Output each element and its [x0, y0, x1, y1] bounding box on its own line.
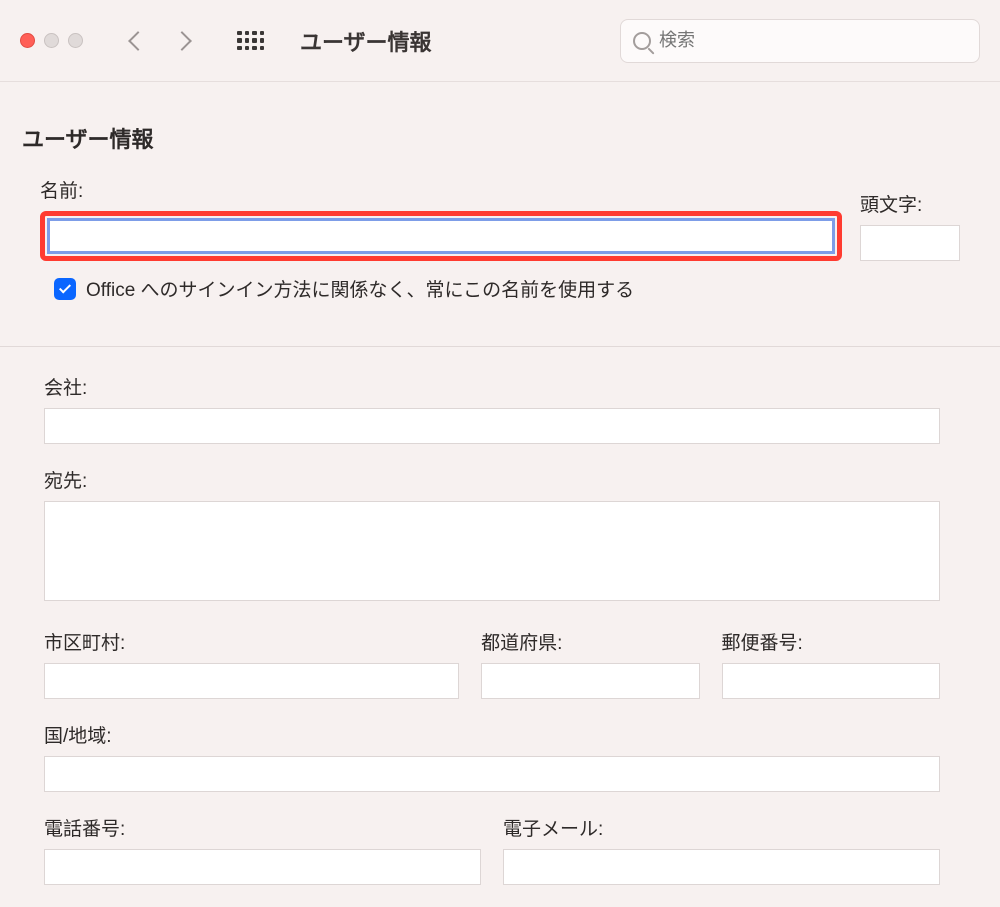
name-label: 名前:	[40, 176, 842, 203]
always-use-name-checkbox[interactable]	[54, 278, 76, 300]
initials-label: 頭文字:	[860, 190, 960, 217]
content: ユーザー情報 名前: 頭文字: Office へのサインイン方法に関係なく、常に…	[0, 82, 1000, 907]
prefecture-label: 都道府県:	[481, 628, 699, 655]
close-window-button[interactable]	[20, 33, 35, 48]
search-input[interactable]	[659, 30, 967, 51]
email-label: 電子メール:	[503, 814, 940, 841]
grid-icon[interactable]	[237, 31, 264, 51]
phone-label: 電話番号:	[44, 814, 481, 841]
zoom-window-button[interactable]	[68, 33, 83, 48]
user-info-section: ユーザー情報 名前: 頭文字: Office へのサインイン方法に関係なく、常に…	[22, 122, 1000, 324]
city-label: 市区町村:	[44, 628, 459, 655]
prefecture-input[interactable]	[481, 663, 699, 699]
back-button[interactable]	[128, 31, 148, 51]
company-label: 会社:	[44, 373, 940, 400]
name-input[interactable]	[47, 218, 835, 254]
initials-input[interactable]	[860, 225, 960, 261]
phone-input[interactable]	[44, 849, 481, 885]
city-input[interactable]	[44, 663, 459, 699]
postal-input[interactable]	[722, 663, 940, 699]
checkmark-icon	[59, 281, 71, 293]
always-use-name-label: Office へのサインイン方法に関係なく、常にこの名前を使用する	[86, 275, 634, 302]
address-input[interactable]	[44, 501, 940, 601]
postal-label: 郵便番号:	[722, 628, 940, 655]
toolbar-title: ユーザー情報	[300, 25, 432, 57]
window-controls	[20, 33, 83, 48]
search-field[interactable]	[620, 19, 980, 63]
address-label: 宛先:	[44, 466, 940, 493]
nav-arrows	[131, 34, 189, 48]
section-heading: ユーザー情報	[22, 122, 1000, 154]
name-highlight	[40, 211, 842, 261]
address-section: 会社: 宛先: 市区町村: 都道府県: 郵便番号: 国/地域:	[22, 347, 1000, 907]
email-input[interactable]	[503, 849, 940, 885]
country-input[interactable]	[44, 756, 940, 792]
minimize-window-button[interactable]	[44, 33, 59, 48]
toolbar: ユーザー情報	[0, 0, 1000, 82]
company-input[interactable]	[44, 408, 940, 444]
forward-button[interactable]	[172, 31, 192, 51]
search-icon	[633, 32, 651, 50]
country-label: 国/地域:	[44, 721, 940, 748]
